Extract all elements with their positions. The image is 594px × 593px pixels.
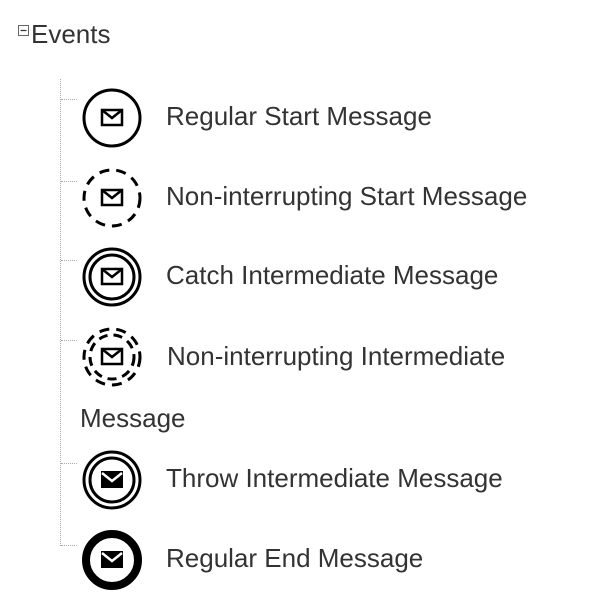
tree-connector <box>61 99 77 100</box>
tree-connector <box>61 181 77 182</box>
tree-item-label: Throw Intermediate Message <box>166 463 503 493</box>
message-start-non-interrupting-icon <box>82 168 142 228</box>
tree-connector <box>61 545 77 546</box>
tree-root-label[interactable]: Events <box>31 17 111 51</box>
tree-connector <box>61 260 77 261</box>
events-tree: Events Regular Start Message Non-interru… <box>0 0 594 593</box>
message-intermediate-catch-icon <box>82 247 142 307</box>
tree-item-label: Non-interrupting Start Message <box>166 181 528 211</box>
tree-connector-vertical <box>60 79 61 546</box>
tree-item-label: Catch Intermediate Message <box>166 260 499 290</box>
tree-item-label: Regular Start Message <box>166 101 432 131</box>
tree-item-label: Non-interrupting Intermediate Message <box>80 341 506 433</box>
message-start-event-icon <box>82 88 142 148</box>
tree-connector <box>61 340 77 341</box>
tree-connector <box>61 463 77 464</box>
collapse-toggle-icon[interactable] <box>18 25 30 37</box>
message-intermediate-throw-icon <box>82 450 142 510</box>
message-end-event-icon <box>82 530 142 590</box>
tree-item-label: Regular End Message <box>166 543 424 573</box>
